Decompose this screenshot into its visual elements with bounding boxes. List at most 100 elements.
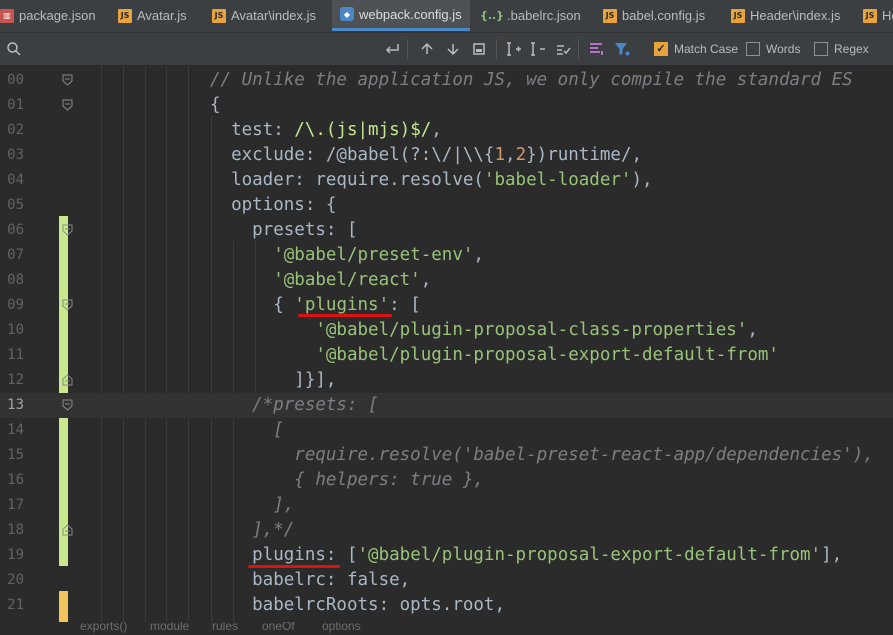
line-number[interactable]: 06 (0, 218, 24, 243)
filter-icon[interactable] (614, 33, 630, 65)
code-line[interactable]: 10 '@babel/plugin-proposal-class-propert… (0, 318, 893, 343)
code-line[interactable]: 16 { helpers: true }, (0, 468, 893, 493)
line-number[interactable]: 15 (0, 443, 24, 468)
code-line[interactable]: 03 exclude: /@babel(?:\/|\\{1,2})runtime… (0, 143, 893, 168)
line-number[interactable]: 07 (0, 243, 24, 268)
tab-webpack-config-js[interactable]: ◆ webpack.config.js (332, 0, 470, 31)
line-number[interactable]: 12 (0, 368, 24, 393)
code-line[interactable]: 00 // Unlike the application JS, we only … (0, 68, 893, 93)
add-selection-icon[interactable] (506, 33, 522, 65)
line-number[interactable]: 18 (0, 518, 24, 543)
code-text[interactable]: '@babel/plugin-proposal-class-properties… (210, 318, 758, 343)
breadcrumb-item[interactable]: oneOf (262, 622, 295, 633)
code-text[interactable]: require.resolve('babel-preset-react-app/… (210, 443, 873, 468)
select-all-occurrences-icon[interactable] (472, 33, 486, 65)
code-line[interactable]: 21 babelrcRoots: opts.root, (0, 593, 893, 618)
code-text[interactable]: test: /\.(js|mjs)$/, (210, 118, 442, 143)
breadcrumb-item[interactable]: options (322, 622, 361, 633)
line-number[interactable]: 04 (0, 168, 24, 193)
code-line[interactable]: 11 '@babel/plugin-proposal-export-defaul… (0, 343, 893, 368)
regex-checkbox[interactable]: Regex (814, 33, 869, 65)
line-number[interactable]: 02 (0, 118, 24, 143)
fold-close-icon[interactable] (62, 374, 73, 386)
code-line[interactable]: 17 ], (0, 493, 893, 518)
code-text[interactable]: [ (210, 418, 284, 443)
code-line[interactable]: 20 babelrc: false, (0, 568, 893, 593)
line-number[interactable]: 17 (0, 493, 24, 518)
tab-header-index-js[interactable]: JS Header\index.js (731, 0, 840, 31)
fold-open-icon[interactable] (62, 74, 73, 86)
fold-open-icon[interactable] (62, 224, 73, 236)
fold-open-icon[interactable] (62, 299, 73, 311)
code-text[interactable]: { (210, 93, 221, 118)
next-occurrence-icon[interactable] (446, 33, 460, 65)
code-line[interactable]: 19 plugins: ['@babel/plugin-proposal-exp… (0, 543, 893, 568)
fold-open-icon[interactable] (62, 99, 73, 111)
line-number[interactable]: 21 (0, 593, 24, 618)
fold-close-icon[interactable] (62, 524, 73, 536)
tab-avatar-index-js[interactable]: JS Avatar\index.js (212, 0, 316, 31)
line-number[interactable]: 03 (0, 143, 24, 168)
line-number[interactable]: 11 (0, 343, 24, 368)
tab-babel-config-js[interactable]: JS babel.config.js (603, 0, 705, 31)
tab-avatar-js[interactable]: JS Avatar.js (118, 0, 187, 31)
code-text[interactable]: '@babel/preset-env', (210, 243, 484, 268)
code-line[interactable]: 13 /*presets: [ (0, 393, 893, 418)
previous-occurrence-icon[interactable] (420, 33, 434, 65)
new-line-icon[interactable] (384, 33, 400, 65)
code-text[interactable]: loader: require.resolve('babel-loader'), (210, 168, 652, 193)
filter-options-icon[interactable] (588, 33, 604, 65)
line-number[interactable]: 08 (0, 268, 24, 293)
tab-label: Avatar\index.js (231, 8, 317, 23)
code-line[interactable]: 14 [ (0, 418, 893, 443)
code-line[interactable]: 05 options: { (0, 193, 893, 218)
line-number[interactable]: 20 (0, 568, 24, 593)
line-number[interactable]: 09 (0, 293, 24, 318)
search-input[interactable] (30, 33, 380, 65)
code-text[interactable]: exclude: /@babel(?:\/|\\{1,2})runtime/, (210, 143, 642, 168)
line-number[interactable]: 01 (0, 93, 24, 118)
tab-package-json[interactable]: ▥ package.json (0, 0, 96, 31)
fold-open-icon[interactable] (62, 399, 73, 411)
breadcrumb-item[interactable]: module (150, 622, 189, 633)
code-line[interactable]: 18 ],*/ (0, 518, 893, 543)
code-text[interactable]: '@babel/react', (210, 268, 431, 293)
code-text[interactable]: babelrcRoots: opts.root, (210, 593, 505, 618)
line-number[interactable]: 10 (0, 318, 24, 343)
code-editor[interactable]: 00 // Unlike the application JS, we only … (0, 66, 893, 635)
code-line[interactable]: 01 { (0, 93, 893, 118)
code-text[interactable]: options: { (210, 193, 336, 218)
line-number[interactable]: 14 (0, 418, 24, 443)
code-text[interactable]: babelrc: false, (210, 568, 410, 593)
code-text[interactable]: // Unlike the application JS, we only co… (210, 68, 853, 93)
breadcrumb-item[interactable]: exports() (80, 622, 127, 633)
code-text[interactable]: '@babel/plugin-proposal-export-default-f… (210, 343, 779, 368)
words-checkbox[interactable]: Words (746, 33, 800, 65)
code-line[interactable]: 15 require.resolve('babel-preset-react-a… (0, 443, 893, 468)
code-text[interactable]: ], (210, 493, 294, 518)
code-text[interactable]: ],*/ (210, 518, 294, 543)
code-line[interactable]: 07 '@babel/preset-env', (0, 243, 893, 268)
code-text[interactable]: { helpers: true }, (210, 468, 484, 493)
breadcrumb-item[interactable]: rules (212, 622, 238, 633)
code-line[interactable]: 02 test: /\.(js|mjs)$/, (0, 118, 893, 143)
match-case-checkbox[interactable]: ✓ Match Case (654, 33, 738, 65)
tab-overflow[interactable]: JS He (863, 0, 893, 31)
line-number[interactable]: 16 (0, 468, 24, 493)
code-text[interactable]: presets: [ (210, 218, 357, 243)
tab-babelrc-json[interactable]: {..} .babelrc.json (480, 0, 581, 31)
code-line[interactable]: 12 ]}], (0, 368, 893, 393)
code-line[interactable]: 08 '@babel/react', (0, 268, 893, 293)
code-text[interactable]: /*presets: [ (210, 393, 378, 418)
line-number[interactable]: 05 (0, 193, 24, 218)
code-line[interactable]: 06 presets: [ (0, 218, 893, 243)
line-number[interactable]: 00 (0, 68, 24, 93)
search-icon[interactable] (6, 33, 22, 65)
remove-selection-icon[interactable] (530, 33, 546, 65)
code-line[interactable]: 04 loader: require.resolve('babel-loader… (0, 168, 893, 193)
select-all-matches-icon[interactable] (555, 33, 571, 65)
code-text[interactable]: ]}], (210, 368, 336, 393)
line-number[interactable]: 13 (0, 393, 24, 418)
line-number[interactable]: 19 (0, 543, 24, 568)
code-line[interactable]: 09 { 'plugins': [ (0, 293, 893, 318)
